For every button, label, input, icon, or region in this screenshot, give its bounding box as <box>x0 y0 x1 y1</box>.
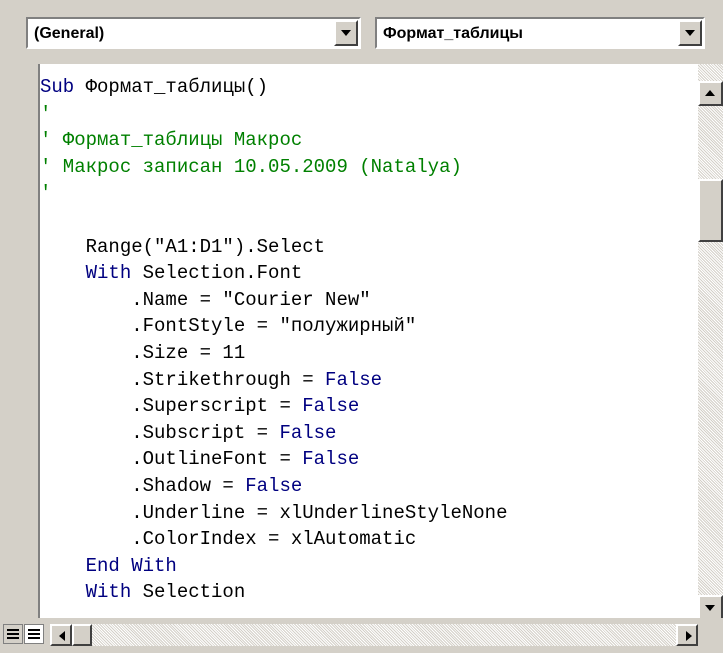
code-keyword: False <box>245 474 303 497</box>
code-line[interactable]: .ColorIndex = xlAutomatic <box>40 526 507 553</box>
code-token: .Underline = xlUnderlineStyleNone <box>40 501 508 524</box>
vertical-scroll-thumb[interactable] <box>698 179 723 242</box>
horizontal-scroll-thumb[interactable] <box>72 624 92 646</box>
code-token: Selection <box>131 581 246 604</box>
code-token: Range("A1:D1").Select <box>40 235 326 258</box>
full-module-view-button[interactable] <box>24 624 44 644</box>
code-line[interactable]: ' Формат_таблицы Макрос <box>40 127 507 154</box>
code-pane[interactable]: Sub Формат_таблицы() ' ' Формат_таблицы Ма… <box>38 64 698 620</box>
procedure-view-icon <box>7 629 19 639</box>
code-keyword: End With <box>85 554 177 577</box>
scroll-left-button[interactable] <box>50 624 72 646</box>
code-token: .OutlineFont = <box>40 448 303 471</box>
arrow-left-icon <box>59 631 65 641</box>
scroll-down-button[interactable] <box>698 595 723 620</box>
code-keyword: False <box>302 395 360 418</box>
code-token: .Shadow = <box>40 474 246 497</box>
code-keyword: False <box>325 368 383 391</box>
full-module-view-icon <box>28 629 40 639</box>
vertical-scrollbar[interactable] <box>698 64 723 620</box>
code-token: .Subscript = <box>40 421 280 444</box>
code-keyword: Sub <box>40 76 75 98</box>
code-line[interactable] <box>40 207 507 234</box>
code-line[interactable]: .Superscript = False <box>40 393 507 420</box>
horizontal-scrollbar[interactable] <box>50 624 698 646</box>
code-line[interactable]: .Name = "Courier New" <box>40 287 507 314</box>
object-combobox-value: (General) <box>34 25 105 42</box>
code-keyword: With <box>85 581 132 604</box>
margin-indicator-bar[interactable] <box>12 64 38 620</box>
object-dropdown-button[interactable] <box>334 20 358 46</box>
code-window-statusbar <box>0 618 723 653</box>
code-token: Selection.Font <box>131 262 303 285</box>
procedure-dropdown-button[interactable] <box>678 20 702 46</box>
procedure-combobox[interactable]: Формат_таблицы <box>375 17 705 49</box>
code-text[interactable]: Sub Формат_таблицы() ' ' Формат_таблицы Ма… <box>40 74 507 606</box>
code-token: .ColorIndex = xlAutomatic <box>40 528 417 551</box>
code-line[interactable]: .Subscript = False <box>40 420 507 447</box>
code-keyword: With <box>85 262 132 285</box>
code-line[interactable]: .Strikethrough = False <box>40 367 507 394</box>
code-comment: ' Формат_таблицы Макрос <box>40 129 303 152</box>
code-editor: Sub Формат_таблицы() ' ' Формат_таблицы Ма… <box>0 58 723 620</box>
code-line[interactable]: With Selection.Font <box>40 260 507 287</box>
code-token: .Superscript = <box>40 395 303 418</box>
arrow-up-icon <box>705 90 715 96</box>
code-line[interactable]: .Underline = xlUnderlineStyleNone <box>40 500 507 527</box>
code-token: .FontStyle = "полужирный" <box>40 315 417 338</box>
object-combobox[interactable]: (General) <box>26 17 361 49</box>
code-line[interactable]: Range("A1:D1").Select <box>40 234 507 261</box>
code-line[interactable]: .FontStyle = "полужирный" <box>40 313 507 340</box>
vertical-scroll-track[interactable] <box>698 64 723 620</box>
code-line[interactable]: Sub Формат_таблицы() <box>40 74 507 101</box>
scroll-right-button[interactable] <box>676 624 698 646</box>
arrow-down-icon <box>705 605 715 611</box>
code-window-toolbar: (General) Формат_таблицы <box>0 0 723 58</box>
code-line[interactable]: End With <box>40 553 507 580</box>
code-token: Формат_таблицы() <box>74 76 269 98</box>
code-line[interactable]: ' Макрос записан 10.05.2009 (Natalya) <box>40 154 507 181</box>
chevron-down-icon <box>341 30 351 36</box>
code-line[interactable]: With Selection <box>40 579 507 606</box>
code-line[interactable]: ' <box>40 101 507 128</box>
chevron-down-icon <box>685 30 695 36</box>
procedure-combobox-value: Формат_таблицы <box>383 25 523 42</box>
code-token: .Size = 11 <box>40 341 246 364</box>
procedure-view-button[interactable] <box>3 624 23 644</box>
code-line[interactable]: .Size = 11 <box>40 340 507 367</box>
scroll-up-button[interactable] <box>698 81 723 106</box>
code-keyword: False <box>279 421 337 444</box>
code-token: .Strikethrough = <box>40 368 326 391</box>
code-line[interactable]: ' <box>40 180 507 207</box>
code-keyword: False <box>302 448 360 471</box>
code-token: .Name = "Courier New" <box>40 288 371 311</box>
code-comment: ' <box>40 102 52 125</box>
code-line[interactable]: .Shadow = False <box>40 473 507 500</box>
arrow-right-icon <box>686 631 692 641</box>
code-comment: ' Макрос записан 10.05.2009 (Natalya) <box>40 155 462 178</box>
code-line[interactable]: .OutlineFont = False <box>40 446 507 473</box>
code-comment: ' <box>40 182 52 205</box>
